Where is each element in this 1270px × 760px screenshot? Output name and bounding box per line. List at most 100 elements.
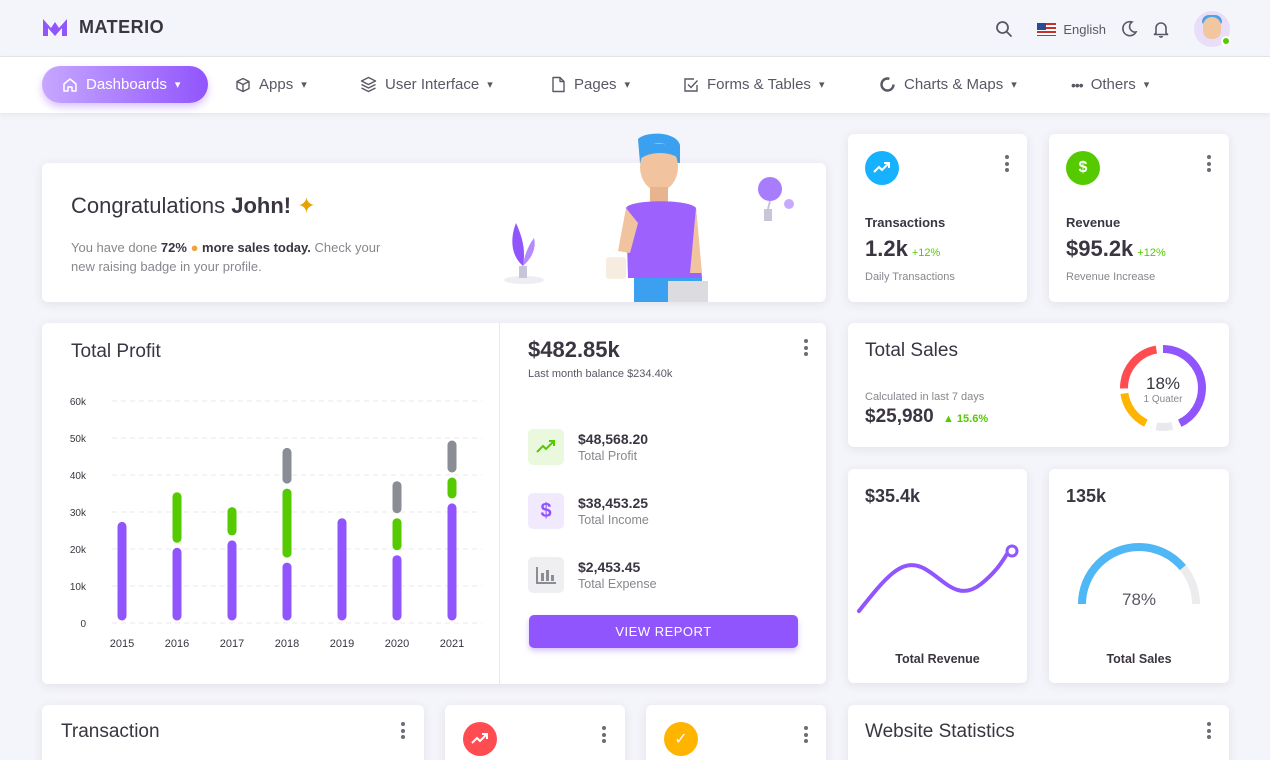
total-sales-sub: Calculated in last 7 days xyxy=(865,391,985,403)
total-profit-label: Total Profit xyxy=(578,449,638,463)
y-tick-label: 60k xyxy=(70,397,87,408)
bar-segment xyxy=(117,521,127,621)
checkbox-icon xyxy=(684,77,699,92)
total-sales-change-text: 15.6% xyxy=(956,413,989,425)
y-tick-label: 10k xyxy=(70,582,87,593)
nav-forms-tables[interactable]: Forms & Tables ▾ xyxy=(683,66,824,103)
total-sales-title: Total Sales xyxy=(865,340,958,361)
bar-segment xyxy=(447,440,457,473)
more-vertical-icon[interactable] xyxy=(602,726,606,746)
x-tick-label: 2018 xyxy=(275,638,299,650)
more-vertical-icon[interactable] xyxy=(1005,155,1009,175)
bar-segment xyxy=(172,547,182,621)
congrats-title-text: Congratulations xyxy=(71,193,226,218)
horizontal-nav: Dashboards ▾ Apps ▾ User Interface ▾ Pag… xyxy=(0,57,1270,113)
bottom-stat-card-2: ✓ xyxy=(646,705,826,760)
x-tick-label: 2019 xyxy=(330,638,354,650)
search-icon[interactable] xyxy=(995,20,1013,38)
nav-apps[interactable]: Apps ▾ xyxy=(235,66,307,103)
congrats-user-name: John! xyxy=(231,193,292,218)
more-vertical-icon[interactable] xyxy=(1207,155,1211,175)
layers-icon xyxy=(360,76,377,93)
more-vertical-icon[interactable] xyxy=(401,722,405,742)
nav-user-interface-label: User Interface xyxy=(385,76,480,93)
lamp-illustration xyxy=(758,177,794,221)
bar-segment xyxy=(172,492,182,543)
gauge-percent: 78% xyxy=(1121,590,1157,609)
expense-item: $2,453.45 Total Expense xyxy=(528,557,657,593)
total-sales-card: Total Sales Calculated in last 7 days $2… xyxy=(848,323,1229,447)
website-stats-title: Website Statistics xyxy=(865,721,1015,742)
revenue-label: Revenue xyxy=(1066,215,1121,230)
nav-pages-label: Pages xyxy=(574,76,617,93)
party-popper-icon: ✦ xyxy=(297,193,316,218)
bell-icon[interactable] xyxy=(1152,20,1170,38)
dollar-icon: $ xyxy=(1066,151,1100,185)
bar-segment xyxy=(282,447,292,484)
total-revenue-card: $35.4k Total Revenue xyxy=(848,469,1027,683)
materio-logo-icon xyxy=(43,19,67,36)
user-avatar[interactable] xyxy=(1194,11,1231,47)
language-switcher[interactable]: English xyxy=(1037,22,1106,37)
bar-segment xyxy=(227,507,237,536)
dollar-icon: $ xyxy=(528,493,564,529)
nav-charts-maps[interactable]: Charts & Maps ▾ xyxy=(879,66,1017,103)
congrats-text-1: You have done xyxy=(71,240,158,255)
nav-dashboards-label: Dashboards xyxy=(86,76,167,93)
total-sales-value-text: $25,980 xyxy=(865,406,934,427)
donut-label: 1 Quater xyxy=(1143,394,1183,405)
nav-pages[interactable]: Pages ▾ xyxy=(551,66,630,103)
total-profit-title: Total Profit xyxy=(71,341,161,362)
bottom-stat-card-1 xyxy=(445,705,625,760)
bar-segment xyxy=(282,562,292,621)
chevron-down-icon: ▾ xyxy=(487,79,493,91)
us-flag-icon xyxy=(1037,22,1057,36)
x-tick-label: 2015 xyxy=(110,638,134,650)
bar-segment xyxy=(392,518,402,551)
revenue-stat-card: $ Revenue $95.2k +12% Revenue Increase xyxy=(1049,134,1229,302)
profit-item: $48,568.20 Total Profit xyxy=(528,429,648,465)
balance-sub: Last month balance $234.40k xyxy=(528,368,673,380)
chevron-down-icon: ▾ xyxy=(1011,79,1017,91)
plant-illustration xyxy=(504,223,544,284)
revenue-line-label: Total Revenue xyxy=(895,652,980,666)
dark-mode-icon[interactable] xyxy=(1120,20,1138,38)
bar-segment xyxy=(447,477,457,499)
transactions-sub: Daily Transactions xyxy=(865,271,955,283)
bar-segment xyxy=(282,488,292,558)
revenue-value: $95.2k +12% xyxy=(1066,236,1166,262)
online-status-dot xyxy=(1221,36,1231,46)
revenue-value-text: $95.2k xyxy=(1066,236,1134,261)
total-expense-amount: $2,453.45 xyxy=(578,559,641,575)
more-vertical-icon[interactable] xyxy=(804,339,808,359)
congrats-text-2: Check your xyxy=(314,240,381,255)
view-report-button[interactable]: VIEW REPORT xyxy=(529,615,798,648)
total-income-amount: $38,453.25 xyxy=(578,495,649,511)
total-income-label: Total Income xyxy=(578,513,649,527)
x-tick-label: 2020 xyxy=(385,638,409,650)
congrats-message: You have done 72% ● more sales today. Ch… xyxy=(71,238,380,276)
sales-gauge-card: 135k 78% Total Sales xyxy=(1049,469,1229,683)
nav-apps-label: Apps xyxy=(259,76,294,93)
y-tick-label: 40k xyxy=(70,471,87,482)
nav-others[interactable]: ••• Others ▾ xyxy=(1071,66,1149,103)
nav-user-interface[interactable]: User Interface ▾ xyxy=(360,66,493,103)
top-bar: MATERIO English xyxy=(0,0,1270,57)
donut-value: 18% xyxy=(1145,374,1181,393)
nav-forms-tables-label: Forms & Tables xyxy=(707,76,811,93)
more-vertical-icon[interactable] xyxy=(1207,722,1211,742)
revenue-line-chart xyxy=(857,544,1019,613)
nav-charts-maps-label: Charts & Maps xyxy=(904,76,1004,93)
chevron-down-icon: ▾ xyxy=(174,79,181,91)
app-logo[interactable]: MATERIO xyxy=(41,16,164,38)
bar-segment xyxy=(392,555,402,621)
box-icon xyxy=(236,77,250,92)
check-icon: ✓ xyxy=(664,722,698,756)
x-tick-label: 2017 xyxy=(220,638,244,650)
transactions-value-text: 1.2k xyxy=(865,236,908,261)
x-tick-label: 2016 xyxy=(165,638,189,650)
bar-chart-icon xyxy=(528,557,564,593)
more-vertical-icon[interactable] xyxy=(804,726,808,746)
total-profit-amount: $48,568.20 xyxy=(578,431,649,447)
nav-dashboards[interactable]: Dashboards ▾ xyxy=(42,66,208,103)
